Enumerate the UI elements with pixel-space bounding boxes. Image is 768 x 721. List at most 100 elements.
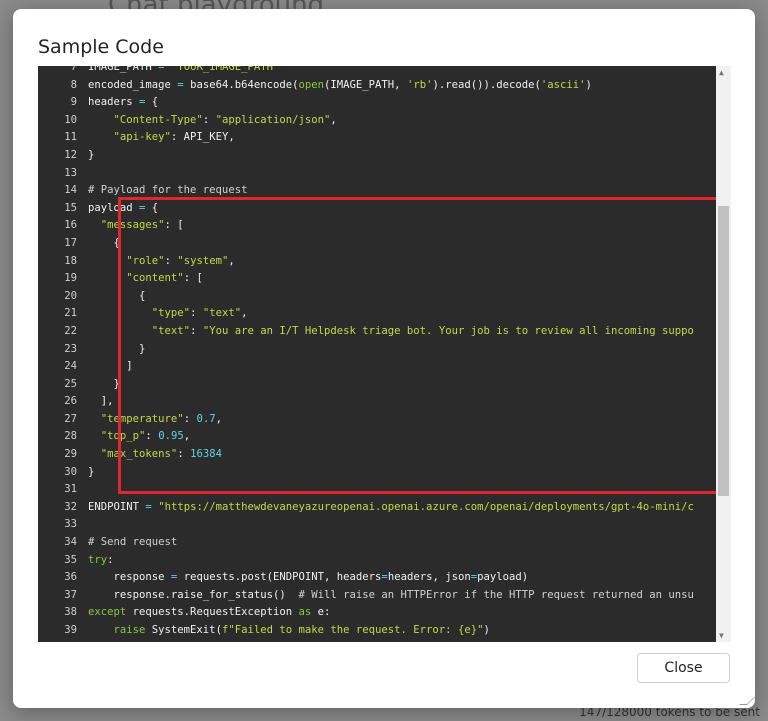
line-number: 24 <box>64 360 77 373</box>
code-token: SystemExit( <box>145 624 222 636</box>
line-number: 38 <box>64 606 77 619</box>
dialog-title: Sample Code <box>38 36 164 58</box>
code-line: 37 response.raise_for_status() # Will ra… <box>38 587 694 605</box>
line-number: 21 <box>64 307 77 320</box>
code-token: ) <box>483 624 490 636</box>
line-number: 19 <box>64 272 77 285</box>
code-token: 'rb' <box>406 78 433 91</box>
close-button[interactable]: Close <box>637 653 730 683</box>
line-number: 22 <box>64 324 77 337</box>
line-number: 28 <box>64 430 77 443</box>
code-line: 32 ENDPOINT = "https://matthewdevaneyazur… <box>38 499 694 517</box>
line-number: 9 <box>70 96 77 109</box>
code-line: 33 <box>38 516 694 534</box>
code-token: headers, json <box>387 571 471 584</box>
code-token: try <box>88 553 108 566</box>
code-token: # Will raise an HTTPError if the HTTP re… <box>298 588 694 601</box>
code-token: } <box>88 377 120 390</box>
line-number: 18 <box>64 254 77 267</box>
code-token: requests.RequestException <box>126 606 299 619</box>
code-token: encoded_image <box>88 78 178 91</box>
line-number: 30 <box>64 465 77 478</box>
line-number: 27 <box>64 412 77 425</box>
line-number: 16 <box>64 219 77 232</box>
line-number: 25 <box>64 377 77 390</box>
code-token: { <box>88 236 120 249</box>
code-token: f"Failed to make the request. Error: {e}… <box>221 624 484 636</box>
code-line: 38 except requests.RequestException as e: <box>38 604 694 622</box>
code-token: except <box>88 606 127 619</box>
resize-grip-icon[interactable] <box>739 697 755 705</box>
code-token: # Send request <box>88 536 178 549</box>
code-line: 11 "api-key": API_KEY, <box>38 129 694 147</box>
code-line: 9 headers = { <box>38 94 694 112</box>
code-token: : <box>202 113 216 126</box>
line-number: 37 <box>64 588 77 601</box>
line-number: 31 <box>64 483 77 496</box>
code-token: as <box>298 606 312 619</box>
line-number: 11 <box>64 131 77 144</box>
line-number: 33 <box>64 518 77 531</box>
code-line: 12} <box>38 147 694 165</box>
code-token: e: <box>311 606 331 619</box>
line-number: 7 <box>70 66 77 73</box>
code-token: "YOUR_IMAGE_PATH" <box>170 66 280 73</box>
code-token: : API_KEY, <box>170 131 235 144</box>
code-token: ENDPOINT <box>88 500 146 513</box>
line-number: 36 <box>64 571 77 584</box>
line-number: 12 <box>64 148 77 161</box>
code-line: 8 encoded_image = base64.b64encode(open (I… <box>38 77 694 95</box>
scroll-down-icon[interactable]: ▼ <box>719 631 724 640</box>
code-token: headers <box>88 96 140 109</box>
code-token: base64.b64encode( <box>183 78 299 91</box>
line-number: 34 <box>64 536 77 549</box>
code-token: } <box>88 148 95 161</box>
code-token: ) <box>585 78 592 91</box>
line-number: 32 <box>64 500 77 513</box>
scrollbar-thumb[interactable] <box>718 206 729 496</box>
code-token: ], <box>88 395 114 408</box>
code-token: : <box>107 553 114 566</box>
code-token: , <box>330 113 337 126</box>
code-line: 36 response = requests.post(ENDPOINT, he… <box>38 569 694 587</box>
code-token: payload) <box>477 571 529 584</box>
code-token: (IMAGE_PATH, <box>324 78 407 91</box>
code-line: 34 # Send request <box>38 534 694 552</box>
code-line: 39 raise SystemExit(f"Failed to make the… <box>38 622 694 640</box>
code-token: raise <box>113 624 146 636</box>
code-token: "Content-Type" <box>113 113 203 126</box>
code-token: "api-key" <box>113 131 171 144</box>
code-token: open <box>298 78 325 91</box>
code-line: 10 "Content-Type": "application/json", <box>38 112 694 130</box>
code-token: response <box>88 571 171 584</box>
code-viewer[interactable]: 7 IMAGE_PATH = "YOUR_IMAGE_PATH" 8 encoded_… <box>38 66 731 642</box>
line-number: 15 <box>64 201 77 214</box>
code-scrollbar[interactable]: ▲ ▼ <box>716 66 731 642</box>
code-token: "https://matthewdevaneyazureopenai.opena… <box>158 500 694 513</box>
code-token: requests.post(ENDPOINT, headers <box>177 571 382 584</box>
sample-code-dialog: Sample Code 7 IMAGE_PATH = "YOUR_IMAGE_PA… <box>13 9 755 708</box>
line-number: 20 <box>64 289 77 302</box>
line-number: 10 <box>64 113 77 126</box>
line-number: 17 <box>64 236 77 249</box>
line-number: 39 <box>64 624 77 636</box>
line-number: 26 <box>64 395 77 408</box>
code-token: 'ascii' <box>540 78 586 91</box>
code-token: "application/json" <box>215 113 331 126</box>
code-line: 13 <box>38 165 694 183</box>
line-number: 13 <box>64 166 77 179</box>
line-number: 8 <box>70 78 77 91</box>
line-number: 35 <box>64 553 77 566</box>
payload-highlight-box <box>118 197 731 494</box>
code-line: 7 IMAGE_PATH = "YOUR_IMAGE_PATH" <box>38 66 694 77</box>
code-token: } <box>88 465 95 478</box>
scroll-up-icon[interactable]: ▲ <box>719 68 724 77</box>
code-token: response.raise_for_status() <box>88 588 299 601</box>
